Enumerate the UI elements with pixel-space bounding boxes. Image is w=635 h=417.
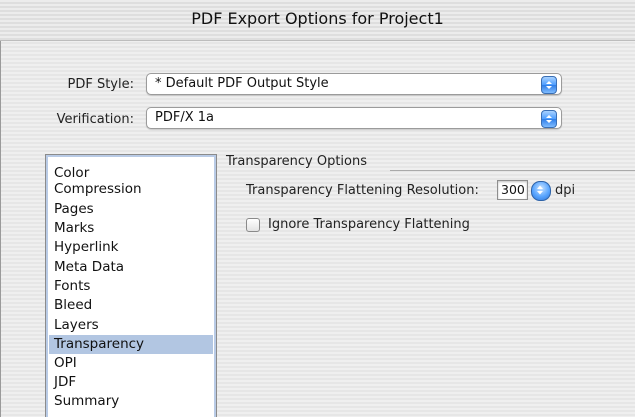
chevron-updown-icon — [541, 110, 557, 128]
category-item-opi[interactable]: OPI — [49, 354, 213, 373]
title-bar[interactable]: PDF Export Options for Project1 — [0, 0, 635, 41]
category-item-jdf[interactable]: JDF — [49, 373, 213, 392]
verification-label: Verification: — [56, 112, 134, 127]
resolution-input[interactable]: 300 — [497, 180, 528, 200]
pdf-style-value: * Default PDF Output Style — [155, 76, 329, 91]
category-item-marks[interactable]: Marks — [49, 219, 213, 238]
verification-value: PDF/X 1a — [155, 110, 214, 125]
category-item-pages[interactable]: Pages — [49, 200, 213, 219]
category-item-layers[interactable]: Layers — [49, 316, 213, 335]
chevron-updown-icon — [541, 76, 557, 94]
category-list[interactable]: Color Compression Pages Marks Hyperlink … — [45, 154, 217, 417]
category-item-meta-data[interactable]: Meta Data — [49, 258, 213, 277]
category-item-summary[interactable]: Summary — [49, 392, 213, 411]
ignore-flattening-label[interactable]: Ignore Transparency Flattening — [268, 217, 470, 232]
group-title: Transparency Options — [226, 154, 368, 169]
pdf-style-label: PDF Style: — [67, 77, 135, 92]
export-options-window: PDF Export Options for Project1 PDF Styl… — [0, 0, 635, 417]
chevron-updown-icon — [537, 185, 543, 195]
resolution-unit: dpi — [555, 183, 576, 198]
resolution-stepper[interactable] — [531, 181, 551, 201]
category-item-fonts[interactable]: Fonts — [49, 277, 213, 296]
pdf-style-popup[interactable]: * Default PDF Output Style — [146, 73, 562, 95]
resolution-label: Transparency Flattening Resolution: — [246, 183, 479, 198]
category-item-hyperlink[interactable]: Hyperlink — [49, 238, 213, 257]
group-divider — [390, 170, 635, 171]
category-item-transparency[interactable]: Transparency — [49, 335, 213, 354]
verification-popup[interactable]: PDF/X 1a — [146, 107, 562, 129]
window-title: PDF Export Options for Project1 — [191, 9, 444, 28]
category-item-bleed[interactable]: Bleed — [49, 296, 213, 315]
category-item-compression[interactable]: Compression — [49, 180, 213, 199]
ignore-flattening-checkbox[interactable] — [246, 218, 260, 232]
